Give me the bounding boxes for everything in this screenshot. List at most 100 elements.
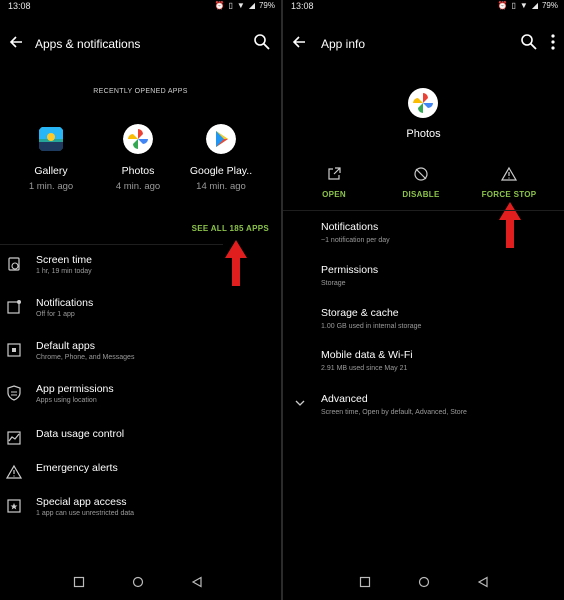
recent-app-photos[interactable]: Photos 4 min. ago <box>98 124 178 192</box>
wifi-icon: ▼ <box>519 1 528 10</box>
photos-app-icon <box>408 88 438 118</box>
menu-item-app-permissions[interactable]: App permissions Apps using location <box>0 383 281 417</box>
google-play-app-icon <box>206 124 236 154</box>
force-stop-button[interactable]: FORCE STOP <box>474 166 544 199</box>
search-icon[interactable] <box>253 33 271 51</box>
recents-nav-icon[interactable] <box>359 576 371 588</box>
status-bar: 13:08 ⏰ ▯ ▼ ◢ 79% <box>0 0 281 14</box>
status-time: 13:08 <box>291 1 314 11</box>
recent-app-google-play[interactable]: Google Play.. 14 min. ago <box>181 124 261 192</box>
home-nav-icon[interactable] <box>418 576 430 588</box>
app-bar: App info <box>283 28 564 60</box>
vibrate-icon: ▯ <box>228 1 233 10</box>
menu-item-default-apps[interactable]: Default apps Chrome, Phone, and Messages <box>0 340 281 374</box>
battery-percent: 79% <box>258 1 275 10</box>
apps-notifications-screen: 13:08 ⏰ ▯ ▼ ◢ 79% Apps & notifications R… <box>0 0 281 600</box>
info-item-subtitle: Screen time, Open by default, Advanced, … <box>321 409 467 416</box>
menu-item-title: Screen time <box>36 254 93 266</box>
app-name: Photos <box>406 128 441 140</box>
recent-app-time: 1 min. ago <box>28 181 74 192</box>
app-bar: Apps & notifications <box>0 28 281 60</box>
recent-app-time: 14 min. ago <box>196 181 246 192</box>
home-nav-icon[interactable] <box>132 576 144 588</box>
info-item-title: Advanced <box>321 393 368 405</box>
gallery-app-icon <box>39 127 63 151</box>
back-arrow-icon[interactable] <box>289 32 309 52</box>
menu-item-emergency-alerts[interactable]: Emergency alerts <box>0 462 281 496</box>
warning-icon <box>6 464 22 479</box>
external-link-icon <box>328 167 341 180</box>
signal-icon: ◢ <box>248 1 255 10</box>
wifi-icon: ▼ <box>236 1 245 10</box>
default-apps-icon <box>7 343 21 357</box>
status-icons: ⏰ ▯ ▼ ◢ 79% <box>498 1 558 10</box>
recent-app-time: 4 min. ago <box>115 181 161 192</box>
recent-app-name: Photos <box>121 165 155 177</box>
battery-percent: 79% <box>541 1 558 10</box>
info-item-title: Storage & cache <box>321 307 399 319</box>
section-separator <box>283 210 564 211</box>
hourglass-icon <box>8 257 20 271</box>
info-item-subtitle: 1.00 GB used in internal storage <box>321 323 422 330</box>
warning-icon <box>501 166 517 181</box>
menu-item-title: Data usage control <box>36 428 125 440</box>
see-all-apps-button[interactable]: SEE ALL 185 APPS <box>192 224 269 233</box>
disable-icon <box>414 167 428 181</box>
info-item-subtitle: Storage <box>321 280 346 287</box>
info-item-subtitle: 2.91 MB used since May 21 <box>321 365 408 372</box>
back-nav-icon[interactable] <box>477 576 489 588</box>
back-nav-icon[interactable] <box>191 576 203 588</box>
recents-nav-icon[interactable] <box>73 576 85 588</box>
chevron-down-icon[interactable] <box>294 397 306 409</box>
info-item-permissions[interactable]: Permissions Storage <box>321 264 554 287</box>
status-time: 13:08 <box>8 1 31 11</box>
action-label: FORCE STOP <box>481 190 537 199</box>
action-label: OPEN <box>322 190 346 199</box>
menu-item-data-usage-control[interactable]: Data usage control <box>0 428 281 462</box>
info-item-title: Permissions <box>321 264 379 276</box>
menu-item-title: Emergency alerts <box>36 462 118 474</box>
menu-item-special-app-access[interactable]: Special app access 1 app can use unrestr… <box>0 496 281 530</box>
menu-item-notifications[interactable]: Notifications Off for 1 app <box>0 297 281 331</box>
status-icons: ⏰ ▯ ▼ ◢ 79% <box>215 1 275 10</box>
status-bar: 13:08 ⏰ ▯ ▼ ◢ 79% <box>283 0 564 14</box>
menu-item-title: Special app access <box>36 496 127 508</box>
photos-app-icon <box>123 124 153 154</box>
shield-icon <box>7 385 21 401</box>
data-usage-icon <box>7 431 21 445</box>
info-item-notifications[interactable]: Notifications ~1 notification per day <box>321 221 554 244</box>
page-title: Apps & notifications <box>35 37 141 51</box>
action-label: DISABLE <box>402 190 440 199</box>
info-item-title: Notifications <box>321 221 379 233</box>
signal-icon: ◢ <box>531 1 538 10</box>
menu-item-title: Default apps <box>36 340 95 352</box>
back-arrow-icon[interactable] <box>6 32 26 52</box>
menu-item-subtitle: 1 app can use unrestricted data <box>36 510 135 517</box>
info-item-storage-cache[interactable]: Storage & cache 1.00 GB used in internal… <box>321 307 554 330</box>
alarm-icon: ⏰ <box>214 1 225 10</box>
disable-button[interactable]: DISABLE <box>386 166 456 199</box>
recent-app-name: Google Play.. <box>189 165 253 177</box>
search-icon[interactable] <box>520 33 538 51</box>
recent-app-gallery[interactable]: Gallery 1 min. ago <box>11 124 91 192</box>
star-icon <box>7 499 21 513</box>
info-item-mobile-data-wifi[interactable]: Mobile data & Wi-Fi 2.91 MB used since M… <box>321 349 554 372</box>
vibrate-icon: ▯ <box>511 1 516 10</box>
more-vert-icon[interactable] <box>550 33 556 51</box>
navigation-bar <box>283 576 564 592</box>
recent-app-name: Gallery <box>34 165 68 177</box>
info-item-subtitle: ~1 notification per day <box>321 237 390 244</box>
app-info-screen: 13:08 ⏰ ▯ ▼ ◢ 79% App info Photos OPEN D… <box>283 0 564 600</box>
info-item-advanced[interactable]: Advanced Screen time, Open by default, A… <box>321 393 554 416</box>
section-separator <box>0 244 223 245</box>
menu-item-subtitle: Chrome, Phone, and Messages <box>36 354 135 361</box>
navigation-bar <box>0 576 281 592</box>
menu-item-subtitle: Apps using location <box>36 397 97 404</box>
bell-icon <box>7 300 21 314</box>
recent-apps-label: RECENTLY OPENED APPS <box>93 88 188 95</box>
page-title: App info <box>321 37 366 51</box>
menu-item-title: App permissions <box>36 383 114 395</box>
menu-item-screen-time[interactable]: Screen time 1 hr, 19 min today <box>0 254 281 288</box>
menu-item-title: Notifications <box>36 297 94 309</box>
open-button[interactable]: OPEN <box>299 166 369 199</box>
